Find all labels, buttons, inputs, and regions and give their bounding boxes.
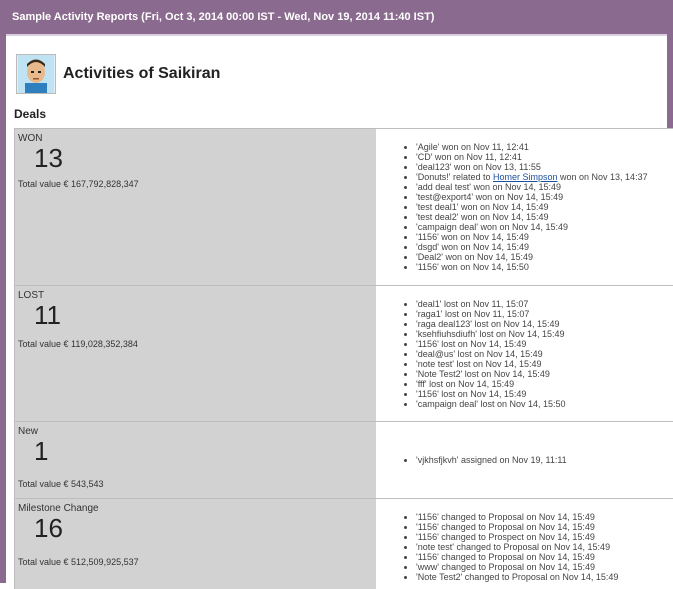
group-total: Total value € 512,509,925,537 (18, 557, 139, 567)
title-divider (6, 34, 667, 36)
list-item: '1156' lost on Nov 14, 15:49 (416, 339, 566, 349)
group-name: Milestone Change (18, 503, 99, 514)
group-count: 1 (34, 436, 49, 466)
list-item: 'raga1' lost on Nov 11, 15:07 (416, 309, 566, 319)
list-item: 'Donuts!' related to Homer Simpson won o… (416, 172, 648, 182)
group-count: 16 (34, 513, 63, 543)
table-row-lost: LOST 11 Total value € 119,028,352,384 'd… (14, 286, 673, 422)
page-title: Activities of Saikiran (63, 65, 221, 82)
table-row-won: WON 13 Total value € 167,792,828,347 'Ag… (14, 129, 673, 286)
group-name: LOST (18, 290, 45, 301)
list-item: 'Agile' won on Nov 11, 12:41 (416, 142, 648, 152)
table-row-new: New 1 Total value € 543,543 'vjkhsfjkvh'… (14, 422, 673, 499)
list-item: '1156' changed to Proposal on Nov 14, 15… (416, 552, 618, 562)
list-item: '1156' changed to Proposal on Nov 14, 15… (416, 522, 618, 532)
deals-report-table: WON 13 Total value € 167,792,828,347 'Ag… (14, 128, 673, 589)
list-item: 'test@export4' won on Nov 14, 15:49 (416, 192, 648, 202)
group-count: 11 (34, 300, 61, 330)
window-title: Sample Activity Reports (Fri, Oct 3, 201… (0, 0, 673, 34)
activity-text: won on Nov 13, 14:37 (557, 172, 648, 182)
list-item: 'note test' changed to Proposal on Nov 1… (416, 542, 618, 552)
table-row-milestone-change: Milestone Change 16 Total value € 512,50… (14, 499, 673, 589)
section-title-deals: Deals (14, 107, 47, 121)
list-item: 'dsgd' won on Nov 14, 15:49 (416, 242, 648, 252)
summary-cell: Milestone Change 16 Total value € 512,50… (14, 499, 376, 589)
list-item: 'deal1' lost on Nov 11, 15:07 (416, 299, 566, 309)
activity-list: 'vjkhsfjkvh' assigned on Nov 19, 11:11 (404, 455, 567, 465)
list-item: 'raga deal123' lost on Nov 14, 15:49 (416, 319, 566, 329)
group-total: Total value € 543,543 (18, 479, 104, 489)
list-item: 'campaign deal' won on Nov 14, 15:49 (416, 222, 648, 232)
list-item: 'vjkhsfjkvh' assigned on Nov 19, 11:11 (416, 455, 567, 465)
activity-list-cell: '1156' changed to Proposal on Nov 14, 15… (376, 499, 673, 589)
activity-text: 'Donuts!' related to (416, 172, 493, 182)
activity-list: 'Agile' won on Nov 11, 12:41 'CD' won on… (404, 142, 648, 272)
group-total: Total value € 167,792,828,347 (18, 179, 139, 189)
list-item: 'Note Test2' changed to Proposal on Nov … (416, 572, 618, 582)
list-item: 'Note Test2' lost on Nov 14, 15:49 (416, 369, 566, 379)
list-item: '1156' changed to Proposal on Nov 14, 15… (416, 512, 618, 522)
activity-list: 'deal1' lost on Nov 11, 15:07 'raga1' lo… (404, 299, 566, 409)
summary-cell: LOST 11 Total value € 119,028,352,384 (14, 286, 376, 421)
list-item: 'add deal test' won on Nov 14, 15:49 (416, 182, 648, 192)
activity-list-cell: 'Agile' won on Nov 11, 12:41 'CD' won on… (376, 129, 673, 285)
list-item: 'test deal2' won on Nov 14, 15:49 (416, 212, 648, 222)
list-item: 'fff' lost on Nov 14, 15:49 (416, 379, 566, 389)
group-count: 13 (34, 143, 63, 173)
list-item: 'campaign deal' lost on Nov 14, 15:50 (416, 399, 566, 409)
activity-list-cell: 'deal1' lost on Nov 11, 15:07 'raga1' lo… (376, 286, 673, 421)
summary-cell: New 1 Total value € 543,543 (14, 422, 376, 498)
list-item: '1156' lost on Nov 14, 15:49 (416, 389, 566, 399)
list-item: 'test deal1' won on Nov 14, 15:49 (416, 202, 648, 212)
list-item: '1156' won on Nov 14, 15:49 (416, 232, 648, 242)
group-name: New (18, 426, 39, 437)
group-total: Total value € 119,028,352,384 (18, 339, 138, 349)
activity-list-cell: 'vjkhsfjkvh' assigned on Nov 19, 11:11 (376, 422, 673, 498)
list-item: 'ksehfiuhsdiufh' lost on Nov 14, 15:49 (416, 329, 566, 339)
group-name: WON (18, 133, 43, 144)
list-item: 'deal123' won on Nov 13, 11:55 (416, 162, 648, 172)
list-item: 'www' changed to Proposal on Nov 14, 15:… (416, 562, 618, 572)
list-item: 'deal@us' lost on Nov 14, 15:49 (416, 349, 566, 359)
user-header: Activities of Saikiran (16, 54, 220, 94)
list-item: '1156' won on Nov 14, 15:50 (416, 262, 648, 272)
list-item: 'note test' lost on Nov 14, 15:49 (416, 359, 566, 369)
contact-link[interactable]: Homer Simpson (493, 172, 558, 182)
list-item: 'Deal2' won on Nov 14, 15:49 (416, 252, 648, 262)
user-avatar-icon (16, 54, 56, 94)
list-item: 'CD' won on Nov 11, 12:41 (416, 152, 648, 162)
activity-list: '1156' changed to Proposal on Nov 14, 15… (404, 512, 618, 582)
list-item: '1156' changed to Prospect on Nov 14, 15… (416, 532, 618, 542)
summary-cell: WON 13 Total value € 167,792,828,347 (14, 129, 376, 285)
